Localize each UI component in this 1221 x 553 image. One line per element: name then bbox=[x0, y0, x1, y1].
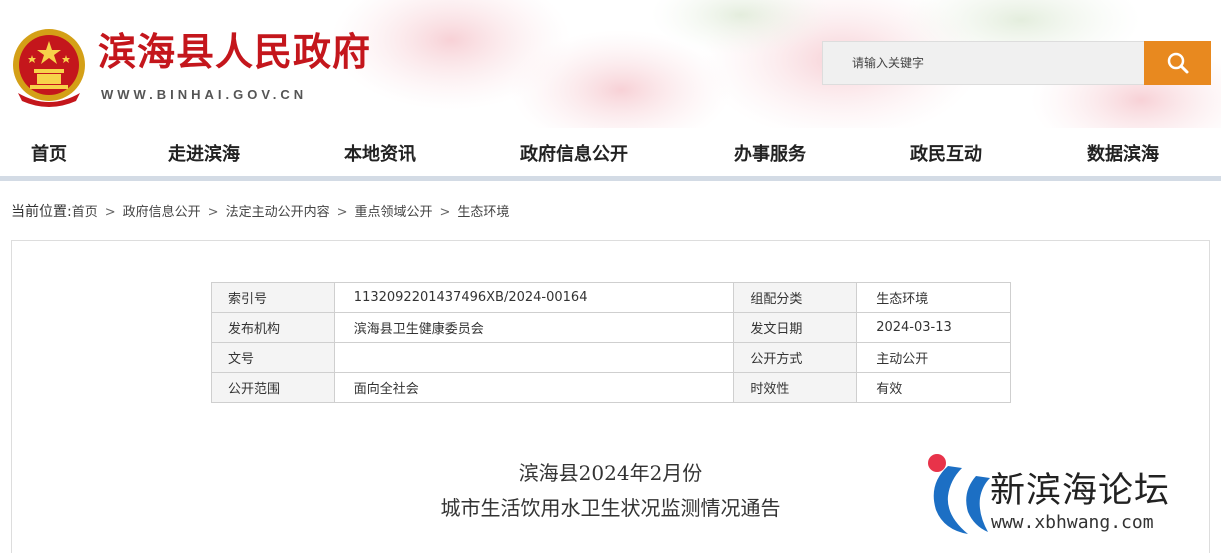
site-title[interactable]: 滨海县人民政府 bbox=[98, 28, 371, 76]
meta-key-publisher: 发布机构 bbox=[211, 312, 335, 343]
search-button[interactable] bbox=[1144, 41, 1211, 85]
nav-item-interaction[interactable]: 政民互动 bbox=[910, 140, 982, 166]
meta-key-index: 索引号 bbox=[211, 282, 335, 313]
document-metadata-table: 索引号 1132092201437496XB/2024-00164 组配分类 生… bbox=[211, 282, 1011, 403]
table-row: 发布机构 滨海县卫生健康委员会 发文日期 2024-03-13 bbox=[211, 312, 1011, 343]
table-row: 索引号 1132092201437496XB/2024-00164 组配分类 生… bbox=[211, 282, 1011, 313]
meta-key-doc-number: 文号 bbox=[211, 342, 335, 373]
meta-value-publisher: 滨海县卫生健康委员会 bbox=[333, 312, 735, 343]
search-box bbox=[822, 41, 1145, 85]
meta-value-validity: 有效 bbox=[856, 372, 1011, 403]
search-icon bbox=[1167, 52, 1188, 74]
meta-key-date: 发文日期 bbox=[733, 312, 858, 343]
search-input[interactable] bbox=[823, 42, 1145, 84]
breadcrumb-separator: > bbox=[439, 205, 451, 220]
nav-divider bbox=[0, 176, 1221, 181]
breadcrumb-item-home[interactable]: 首页 bbox=[72, 205, 98, 220]
table-row: 公开范围 面向全社会 时效性 有效 bbox=[211, 372, 1011, 403]
breadcrumb-item-gov-info[interactable]: 政府信息公开 bbox=[123, 205, 201, 220]
meta-value-category: 生态环境 bbox=[856, 282, 1011, 313]
breadcrumb-separator: > bbox=[207, 205, 219, 220]
meta-value-disclosure-method: 主动公开 bbox=[856, 342, 1011, 373]
nav-item-data[interactable]: 数据滨海 bbox=[1087, 140, 1159, 166]
breadcrumb-separator: > bbox=[336, 205, 348, 220]
watermark-name: 新滨海论坛 bbox=[990, 471, 1171, 511]
nav-item-home[interactable]: 首页 bbox=[31, 140, 67, 166]
meta-value-scope: 面向全社会 bbox=[333, 372, 735, 403]
breadcrumb-item-statutory[interactable]: 法定主动公开内容 bbox=[226, 205, 330, 220]
meta-value-date: 2024-03-13 bbox=[856, 312, 1011, 343]
nav-item-gov-info[interactable]: 政府信息公开 bbox=[520, 140, 628, 166]
nav-item-news[interactable]: 本地资讯 bbox=[344, 140, 416, 166]
site-url: WWW.BINHAI.GOV.CN bbox=[101, 87, 308, 102]
main-nav: 首页 走进滨海 本地资讯 政府信息公开 办事服务 政民互动 数据滨海 bbox=[0, 128, 1221, 176]
watermark-url: www.xbhwang.com bbox=[991, 512, 1154, 533]
table-row: 文号 公开方式 主动公开 bbox=[211, 342, 1011, 373]
breadcrumb-label: 当前位置: bbox=[11, 204, 72, 220]
meta-value-index: 1132092201437496XB/2024-00164 bbox=[333, 282, 735, 313]
meta-value-doc-number bbox=[333, 342, 735, 373]
breadcrumb-separator: > bbox=[104, 205, 116, 220]
nav-item-services[interactable]: 办事服务 bbox=[734, 140, 806, 166]
breadcrumb-item-key-areas[interactable]: 重点领域公开 bbox=[354, 205, 432, 220]
meta-key-validity: 时效性 bbox=[733, 372, 858, 403]
meta-key-scope: 公开范围 bbox=[211, 372, 335, 403]
nav-item-about[interactable]: 走进滨海 bbox=[168, 140, 240, 166]
breadcrumb: 当前位置:首页 > 政府信息公开 > 法定主动公开内容 > 重点领域公开 > 生态环境 bbox=[11, 201, 509, 221]
meta-key-category: 组配分类 bbox=[733, 282, 858, 313]
national-emblem-icon bbox=[13, 29, 85, 107]
breadcrumb-item-ecology[interactable]: 生态环境 bbox=[457, 205, 509, 220]
meta-key-disclosure-method: 公开方式 bbox=[733, 342, 858, 373]
site-header: 滨海县人民政府 WWW.BINHAI.GOV.CN bbox=[0, 0, 1221, 128]
